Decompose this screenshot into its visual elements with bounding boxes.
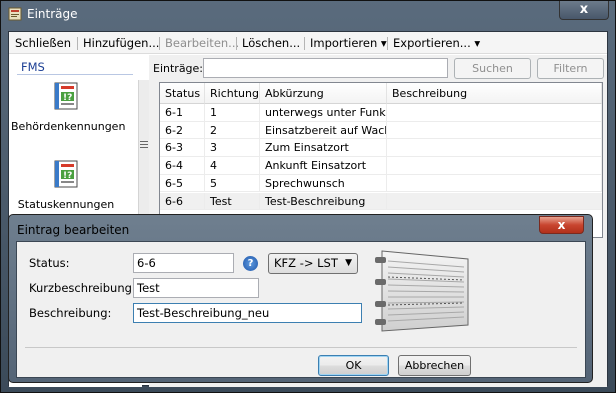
edit-entry-dialog: Eintrag bearbeiten x Status: 6-6 ? KFZ -… — [8, 214, 593, 383]
search-input[interactable] — [203, 58, 448, 78]
sidebar-item-statuskennungen[interactable]: !? Statuskennungen — [11, 159, 121, 211]
column-header-status[interactable]: Status — [160, 83, 205, 104]
notebook-illustration — [375, 250, 469, 332]
window-title: Einträge — [27, 7, 78, 21]
form-icon: !? — [54, 160, 78, 188]
close-menu-item[interactable]: Schließen — [15, 36, 71, 50]
svg-text:!?: !? — [63, 171, 72, 181]
edit-menu-item[interactable]: Bearbeiten... — [165, 36, 239, 50]
add-menu-item[interactable]: Hinzufügen... — [83, 36, 159, 50]
table-cell: 2 — [205, 121, 260, 140]
delete-menu-item[interactable]: Löschen... — [242, 36, 300, 50]
ok-button[interactable]: OK — [318, 355, 389, 376]
menu-separator — [387, 37, 388, 50]
menu-separator — [159, 37, 160, 50]
table-cell: Test-Beschreibung — [260, 192, 387, 211]
sidebar-header-divider — [17, 74, 133, 75]
app-icon — [8, 7, 22, 21]
status-label: Status: — [29, 256, 70, 270]
sidebar-item-label: Statuskennungen — [17, 198, 115, 211]
cancel-button[interactable]: Abbrechen — [398, 355, 471, 376]
table-cell: Einsatzbereit auf Wache — [260, 121, 387, 140]
table-cell: unterwegs unter Funk — [260, 104, 387, 122]
table-cell — [387, 139, 602, 158]
sidebar-item-label: Behördenkennungen — [11, 120, 126, 133]
table-cell: 3 — [205, 139, 260, 158]
export-menu-item[interactable]: Exportieren... ▾ — [393, 36, 480, 50]
column-header-richtung[interactable]: Richtung — [205, 83, 260, 104]
table-row[interactable]: 6-4 4 Ankunft Einsatzort — [160, 157, 602, 175]
help-icon[interactable]: ? — [243, 256, 258, 271]
chevron-down-icon: ▼ — [345, 258, 352, 268]
filter-button[interactable]: Filtern — [537, 58, 604, 79]
dialog-body: Status: 6-6 ? KFZ -> LST ▼ Kurzbeschreib… — [16, 241, 586, 378]
description-field[interactable]: Test-Beschreibung_neu — [133, 303, 362, 323]
table-cell — [387, 192, 602, 211]
table-cell: 6-1 — [160, 104, 205, 122]
search-button[interactable]: Suchen — [454, 58, 531, 79]
table-cell — [387, 104, 602, 122]
table-cell: 6-3 — [160, 139, 205, 158]
dialog-divider — [25, 347, 577, 348]
table-row[interactable]: 6-6 Test Test-Beschreibung — [160, 192, 602, 211]
direction-select-value: KFZ -> LST — [274, 256, 338, 270]
window-close-button[interactable]: x — [559, 1, 609, 20]
table-cell: 6-4 — [160, 157, 205, 175]
table-cell: Zum Einsatzort — [260, 139, 387, 158]
sidebar-item-behoerdenkennungen[interactable]: !? Behördenkennungen — [11, 81, 126, 133]
table-cell: 6-6 — [160, 192, 205, 211]
dialog-close-button[interactable]: x — [539, 216, 584, 234]
table-row[interactable]: 6-2 2 Einsatzbereit auf Wache — [160, 121, 602, 140]
table-row[interactable]: 6-1 1 unterwegs unter Funk — [160, 104, 602, 122]
status-field[interactable]: 6-6 — [133, 253, 234, 273]
table-cell: 5 — [205, 174, 260, 193]
table-cell: Test — [205, 192, 260, 211]
dialog-title: Eintrag bearbeiten — [17, 223, 130, 237]
table-cell: Ankunft Einsatzort — [260, 157, 387, 175]
table-cell — [387, 121, 602, 140]
menu-separator — [304, 37, 305, 50]
table-cell: 6-2 — [160, 121, 205, 140]
column-header-abkuerzung[interactable]: Abkürzung — [260, 83, 387, 104]
description-label: Beschreibung: — [29, 306, 112, 320]
table-cell: 1 — [205, 104, 260, 122]
splitter-grip-icon — [140, 141, 148, 148]
toolbar: Schließen Hinzufügen... Bearbeiten... Lö… — [9, 32, 607, 54]
short-description-field[interactable]: Test — [133, 278, 259, 298]
column-header-beschreibung[interactable]: Beschreibung — [387, 83, 602, 104]
svg-text:!?: !? — [63, 93, 72, 103]
menu-separator — [236, 37, 237, 50]
sidebar-header: FMS — [21, 60, 45, 74]
import-menu-item[interactable]: Importieren ▾ — [310, 36, 387, 50]
form-icon: !? — [54, 82, 78, 110]
table-cell: 4 — [205, 157, 260, 175]
filter-label: Einträge: — [153, 62, 204, 75]
table-cell — [387, 157, 602, 175]
table-row[interactable]: 6-3 3 Zum Einsatzort — [160, 139, 602, 158]
direction-select[interactable]: KFZ -> LST ▼ — [268, 253, 358, 274]
table-cell: Sprechwunsch — [260, 174, 387, 193]
menu-separator — [77, 37, 78, 50]
short-description-label: Kurzbeschreibung: — [29, 281, 136, 295]
table-row[interactable]: 6-5 5 Sprechwunsch — [160, 174, 602, 193]
table-cell — [387, 174, 602, 193]
table-cell: 6-5 — [160, 174, 205, 193]
